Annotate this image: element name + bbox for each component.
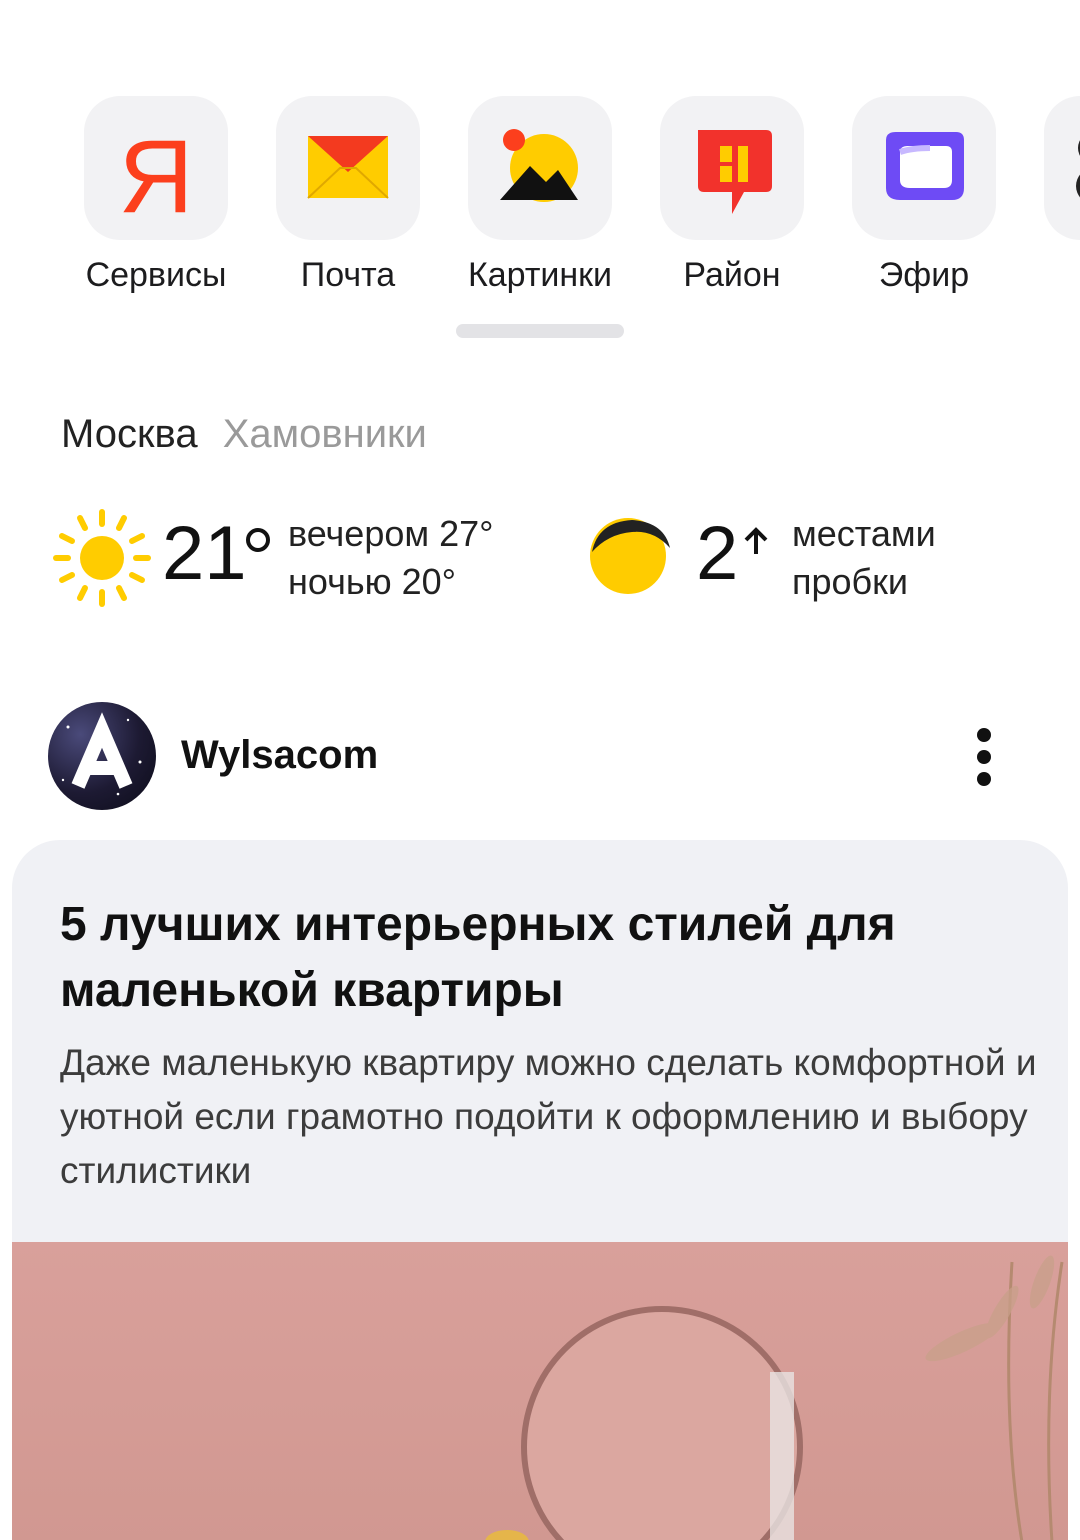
app-mail[interactable]: Почта — [268, 96, 428, 295]
article-image — [12, 1242, 1068, 1540]
svg-text:Я: Я — [118, 119, 193, 235]
app-label: Сервисы — [85, 256, 227, 294]
sun-icon — [53, 509, 151, 607]
app-district[interactable]: Район — [652, 96, 812, 295]
mail-envelope-icon — [276, 96, 420, 240]
location-district: Хамовники — [222, 412, 427, 456]
traffic-level: 2 — [696, 511, 739, 596]
app-ether[interactable]: Эфир — [844, 96, 1004, 295]
dot-icon — [977, 750, 991, 764]
district-chat-icon — [660, 96, 804, 240]
current-temperature: 21 — [162, 511, 247, 596]
dot-icon — [977, 728, 991, 742]
article-title: 5 лучших интерьерных стилей для маленько… — [60, 898, 896, 1017]
app-label: И — [1036, 256, 1080, 295]
app-label: Картинки — [467, 256, 613, 294]
author-logo-icon — [61, 712, 142, 796]
weather-forecast: вечером 27° ночью 20° — [288, 510, 494, 606]
traffic-line-2: пробки — [792, 561, 909, 602]
yandex-logo-icon: Я — [84, 96, 228, 240]
app-services[interactable]: Я Сервисы — [76, 96, 236, 295]
forecast-night: ночью 20° — [288, 561, 457, 602]
dot-icon — [977, 772, 991, 786]
article-description: Даже маленькую квартиру можно сделать ко… — [60, 1042, 1037, 1191]
author-name[interactable]: Wylsacom — [181, 733, 378, 778]
app-label: Район — [683, 256, 781, 294]
app-shortcuts-row: Я Сервисы Почта Картинки Район Эфир — [0, 96, 1080, 306]
degree-mark — [246, 528, 270, 552]
traffic-icon — [590, 518, 670, 594]
article-card[interactable]: 5 лучших интерьерных стилей для маленько… — [12, 840, 1068, 1540]
location-header[interactable]: Москва Хамовники — [61, 412, 427, 457]
traffic-line-1: местами — [792, 513, 936, 554]
location-city: Москва — [61, 412, 198, 456]
ether-tv-icon — [852, 96, 996, 240]
images-mountain-icon — [468, 96, 612, 240]
scroll-indicator — [456, 324, 624, 338]
arrow-up-icon — [744, 527, 768, 554]
author-avatar[interactable] — [48, 702, 156, 810]
app-images[interactable]: Картинки — [460, 96, 620, 295]
partial-app-icon — [1044, 96, 1080, 240]
app-label: Почта — [300, 256, 396, 294]
app-label: Эфир — [878, 256, 970, 294]
traffic-description: местами пробки — [792, 510, 936, 606]
more-options-button[interactable] — [960, 722, 1008, 794]
app-partial[interactable]: И — [1036, 96, 1080, 295]
forecast-evening: вечером 27° — [288, 513, 494, 554]
